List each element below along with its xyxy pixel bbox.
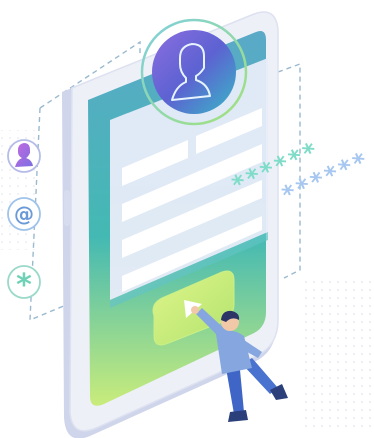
dot-texture-right xyxy=(300,280,374,430)
person-left-leg xyxy=(226,368,244,414)
login-illustration: @ * ****** ****** xyxy=(0,11,374,438)
person-hand xyxy=(191,306,199,314)
side-icon-email: @ xyxy=(7,197,41,231)
phone-side-button xyxy=(64,190,70,226)
person-left-shoe xyxy=(228,410,248,422)
asterisk-icon: * xyxy=(16,268,32,303)
side-icon-password: * xyxy=(7,265,41,303)
at-sign-icon: @ xyxy=(14,202,34,226)
side-icon-user xyxy=(7,139,41,173)
avatar-disc xyxy=(152,30,236,114)
avatar xyxy=(140,18,248,126)
